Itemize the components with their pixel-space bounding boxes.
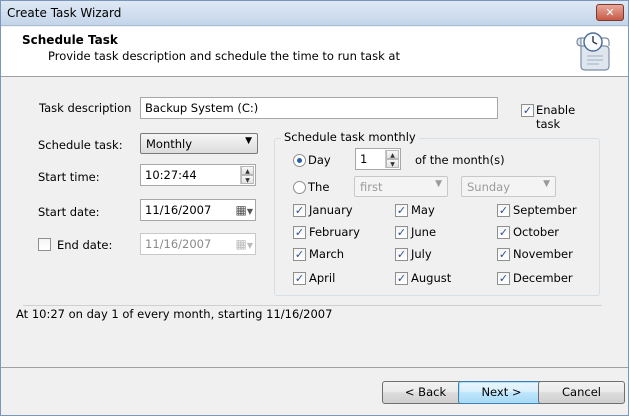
of-month-label: of the month(s)	[415, 153, 505, 167]
weekday-value: Sunday	[467, 180, 511, 194]
month-label[interactable]: December	[513, 271, 573, 285]
start-time-spinner[interactable]: ▲ ▼	[240, 166, 254, 184]
month-checkbox[interactable]: ✓	[395, 248, 408, 261]
end-date-input: 11/16/2007 ▦▼	[140, 233, 256, 255]
month-checkbox[interactable]: ✓	[395, 226, 408, 239]
month-label[interactable]: February	[309, 225, 360, 239]
enable-task-checkbox[interactable]: ✓	[521, 104, 534, 117]
start-time-value: 10:27:44	[145, 168, 197, 182]
monthly-group-title: Schedule task monthly	[281, 130, 419, 144]
calendar-icon[interactable]: ▦▼	[236, 203, 254, 217]
task-description-label: Task description	[39, 101, 132, 115]
page-subtitle: Provide task description and schedule th…	[48, 49, 400, 63]
month-checkbox[interactable]: ✓	[497, 204, 510, 217]
the-radio-label[interactable]: The	[308, 180, 329, 194]
calendar-icon: ▦▼	[235, 237, 254, 251]
month-checkbox[interactable]: ✓	[395, 272, 408, 285]
cancel-button[interactable]: Cancel	[538, 381, 625, 404]
schedule-summary: At 10:27 on day 1 of every month, starti…	[16, 307, 333, 321]
month-label[interactable]: May	[411, 203, 435, 217]
wizard-header: Schedule Task Provide task description a…	[1, 27, 628, 77]
month-checkbox[interactable]: ✓	[293, 204, 306, 217]
back-button[interactable]: < Back	[382, 381, 469, 404]
spin-up-icon[interactable]: ▲	[241, 166, 254, 175]
ordinal-dropdown: first ▼	[354, 176, 448, 197]
start-date-input[interactable]: 11/16/2007 ▦▼	[140, 199, 256, 221]
schedule-task-label: Schedule task:	[38, 138, 123, 152]
chevron-down-icon: ▼	[435, 179, 442, 189]
day-radio-label[interactable]: Day	[308, 153, 331, 167]
schedule-form: Task description Backup System (C:) ✓ En…	[23, 87, 602, 306]
task-description-input[interactable]: Backup System (C:)	[140, 97, 498, 119]
close-button[interactable]: ✕	[596, 4, 624, 21]
month-label[interactable]: June	[411, 225, 436, 239]
wizard-window: Create Task Wizard ✕ Schedule Task Provi…	[0, 0, 629, 416]
footer-divider	[1, 367, 628, 368]
chevron-down-icon: ▼	[543, 179, 550, 189]
scroll-clock-icon	[576, 32, 610, 71]
month-label[interactable]: March	[309, 247, 344, 261]
ordinal-value: first	[360, 180, 383, 194]
month-label[interactable]: January	[309, 203, 353, 217]
start-date-label: Start date:	[38, 205, 100, 219]
month-checkbox[interactable]: ✓	[293, 272, 306, 285]
month-label[interactable]: September	[513, 203, 577, 217]
month-checkbox[interactable]: ✓	[293, 248, 306, 261]
month-checkbox[interactable]: ✓	[293, 226, 306, 239]
chevron-down-icon: ▼	[245, 136, 252, 146]
month-checkbox[interactable]: ✓	[395, 204, 408, 217]
divider	[23, 305, 602, 306]
spin-down-icon[interactable]: ▼	[386, 159, 399, 168]
window-title: Create Task Wizard	[7, 6, 122, 20]
month-label[interactable]: November	[513, 247, 573, 261]
next-button[interactable]: Next >	[458, 381, 545, 404]
enable-task-label[interactable]: Enable task	[536, 103, 602, 131]
day-radio[interactable]	[293, 154, 306, 167]
title-bar: Create Task Wizard ✕	[1, 1, 628, 26]
month-label[interactable]: August	[411, 271, 451, 285]
start-time-label: Start time:	[38, 170, 100, 184]
month-label[interactable]: July	[411, 247, 432, 261]
schedule-type-value: Monthly	[146, 137, 193, 151]
end-date-label[interactable]: End date:	[57, 238, 112, 252]
end-date-checkbox[interactable]	[38, 238, 51, 251]
month-checkbox[interactable]: ✓	[497, 272, 510, 285]
day-number-value: 1	[360, 152, 368, 166]
page-title: Schedule Task	[22, 33, 118, 47]
start-date-value: 11/16/2007	[145, 203, 212, 217]
spin-down-icon[interactable]: ▼	[241, 175, 254, 184]
start-time-input[interactable]: 10:27:44 ▲ ▼	[140, 164, 256, 186]
weekday-dropdown: Sunday ▼	[461, 176, 556, 197]
the-radio[interactable]	[293, 181, 306, 194]
month-checkbox[interactable]: ✓	[497, 226, 510, 239]
month-checkbox[interactable]: ✓	[497, 248, 510, 261]
day-number-input[interactable]: 1 ▲ ▼	[355, 148, 401, 170]
spin-up-icon[interactable]: ▲	[386, 150, 399, 159]
month-label[interactable]: April	[309, 271, 335, 285]
day-number-spinner[interactable]: ▲ ▼	[385, 150, 399, 168]
month-label[interactable]: October	[513, 225, 559, 239]
schedule-type-dropdown[interactable]: Monthly ▼	[140, 133, 258, 154]
end-date-value: 11/16/2007	[145, 237, 212, 251]
